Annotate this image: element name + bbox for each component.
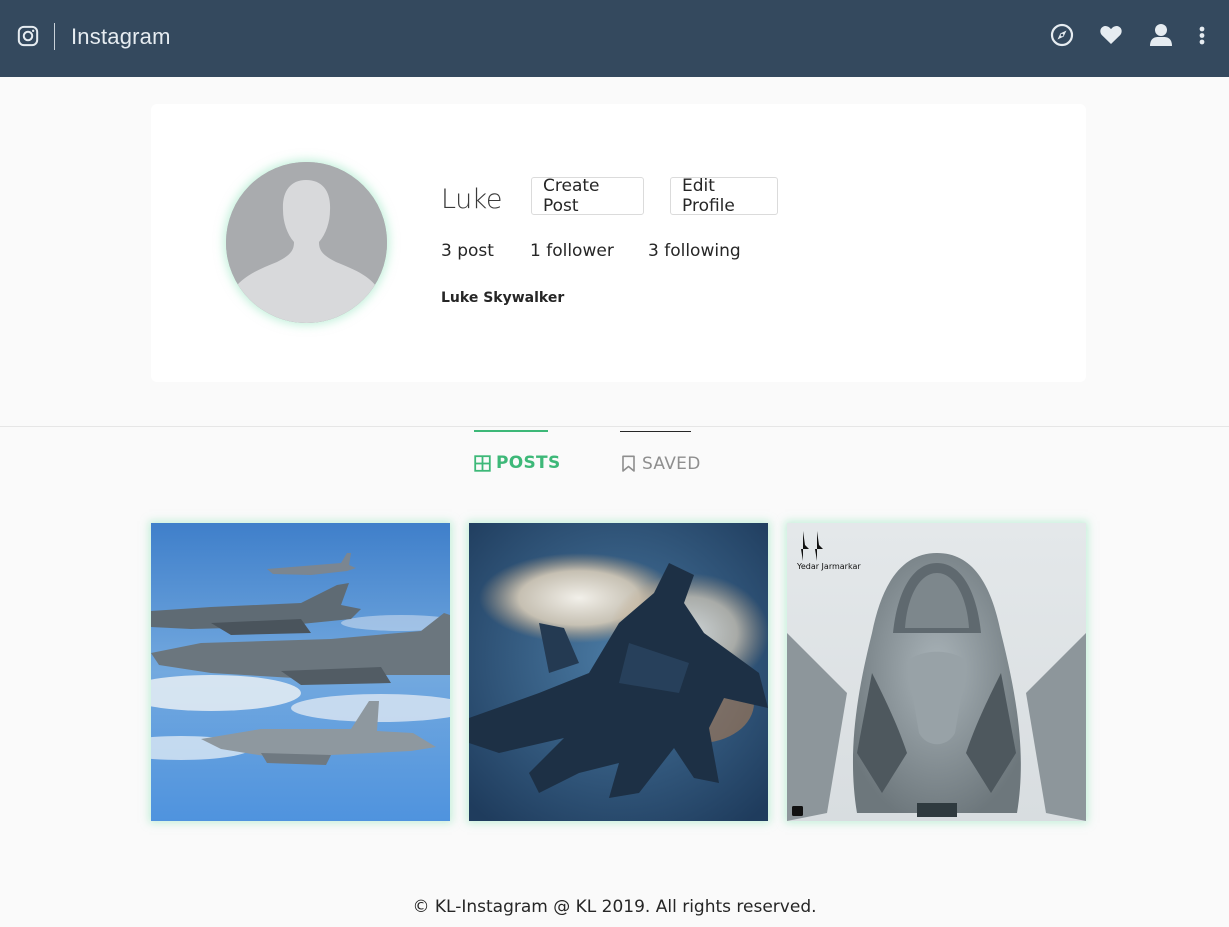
section-divider [0, 426, 1229, 427]
bookmark-icon [622, 455, 635, 472]
create-post-button[interactable]: Create Post [531, 176, 644, 216]
heart-icon[interactable] [1098, 22, 1124, 48]
edit-profile-button[interactable]: Edit Profile [670, 176, 778, 216]
followers-count[interactable]: 1 follower [530, 241, 614, 261]
user-icon[interactable] [1148, 22, 1174, 48]
grid-icon [474, 454, 491, 472]
top-navbar: Instagram [0, 0, 1229, 77]
post-stealth-fighter[interactable]: Yedar Jarmarkar [787, 523, 1086, 821]
profile-card: Luke Create Post Edit Profile 3 post 1 f… [151, 104, 1086, 382]
nav-divider [54, 23, 55, 50]
tab-posts-label: POSTS [496, 453, 561, 473]
tab-saved-label: SAVED [642, 453, 701, 474]
posts-count: 3 post [441, 241, 494, 261]
post-formation-flight[interactable] [151, 523, 450, 821]
default-avatar-icon[interactable] [226, 162, 387, 323]
post-jet-vapor[interactable] [469, 523, 768, 821]
tab-saved[interactable]: SAVED [620, 431, 700, 495]
watermark-text: Yedar Jarmarkar [796, 562, 861, 571]
instagram-icon[interactable] [17, 25, 39, 47]
compass-icon[interactable] [1049, 22, 1075, 48]
profile-full-name: Luke Skywalker [441, 290, 565, 306]
more-vertical-icon[interactable] [1189, 22, 1215, 48]
footer-copyright: © KL-Instagram @ KL 2019. All rights res… [412, 897, 817, 917]
following-count[interactable]: 3 following [648, 241, 741, 261]
app-title[interactable]: Instagram [71, 24, 171, 50]
profile-username: Luke [441, 184, 502, 215]
tab-posts[interactable]: POSTS [474, 430, 560, 494]
